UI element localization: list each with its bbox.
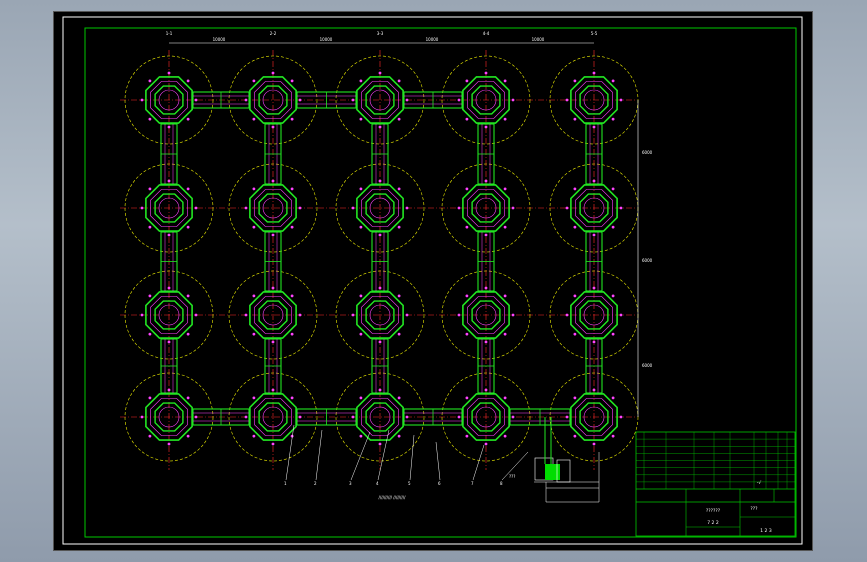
callout-label: 6 (438, 481, 441, 486)
leader-line (315, 429, 323, 481)
dim-label-3: 10000 (426, 37, 439, 42)
scale-note: ////////// ///////// (379, 495, 407, 500)
beam-horizontal (296, 91, 357, 109)
title-block-grade: -√ (757, 480, 762, 486)
title-block-name: ?????? (706, 508, 721, 514)
rdim-label-1: 6000 (642, 150, 653, 155)
dim-label-1: 10000 (213, 37, 226, 42)
axis-label-5: 5-5 (591, 31, 598, 36)
callout-label: 3 (349, 481, 352, 486)
axis-label-4: 4-4 (483, 31, 490, 36)
axis-label-3: 3-3 (377, 31, 384, 36)
title-block-grid (636, 432, 795, 489)
leader-line (409, 434, 415, 481)
detail-drawing[interactable]: ??? (509, 417, 600, 503)
beam-horizontal (296, 408, 357, 426)
pile-caps (140, 71, 623, 446)
leader-callouts: 1 2 3 4 5 6 7 8 (284, 424, 529, 486)
grade-beams (160, 91, 603, 426)
callout-label: 1 (284, 481, 287, 486)
dim-label-4: 10000 (532, 37, 545, 42)
axis-label-2: 2-2 (270, 31, 277, 36)
title-block-sub: 7 2 2 (707, 520, 719, 526)
callout-label: 2 (314, 481, 317, 486)
top-dimension-line: 10000 10000 10000 10000 1-1 2-2 3-3 4-4 … (166, 31, 598, 44)
right-dimension-line: 6000 6000 6000 (637, 100, 653, 417)
title-block[interactable]: ?????? 7 2 2 ??? 1 2 3 -√ (635, 431, 796, 537)
callout-label: 8 (500, 481, 503, 486)
title-block-drawing-no: ??? (750, 506, 758, 512)
leader-line (472, 444, 485, 481)
leader-line (350, 431, 371, 481)
detail-label: ??? (509, 474, 515, 479)
callout-label: 5 (408, 481, 411, 486)
leader-line (377, 429, 390, 481)
cad-drawing[interactable]: 10000 10000 10000 10000 1-1 2-2 3-3 4-4 … (54, 12, 812, 550)
rdim-label-3: 6000 (642, 363, 653, 368)
drawing-viewport[interactable]: 10000 10000 10000 10000 1-1 2-2 3-3 4-4 … (54, 12, 812, 550)
pile-circles (124, 55, 639, 462)
leader-line (435, 441, 441, 481)
callout-label: 7 (471, 481, 474, 486)
title-block-sheet: 1 2 3 (760, 528, 772, 534)
callout-label: 4 (376, 481, 379, 486)
axis-label-1: 1-1 (166, 31, 173, 36)
rdim-label-2: 6000 (642, 258, 653, 263)
dim-label-2: 10000 (320, 37, 333, 42)
